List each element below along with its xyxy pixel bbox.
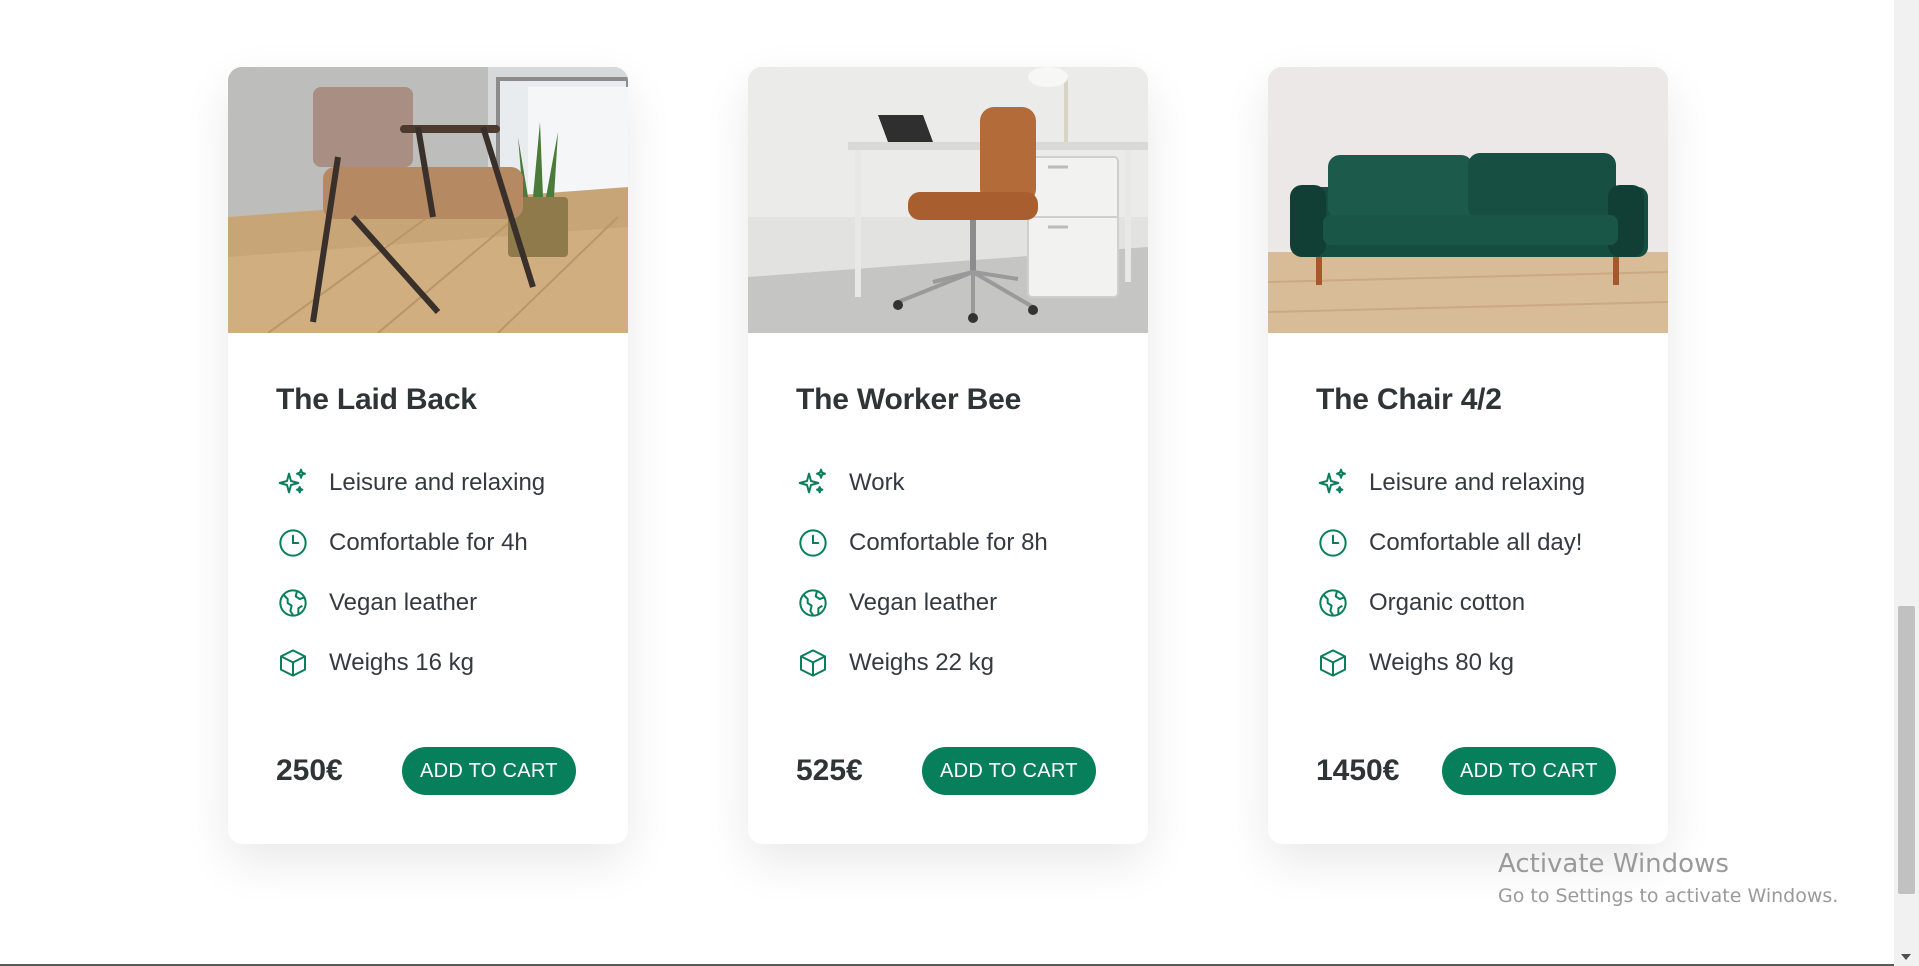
- feature-item: Vegan leather: [276, 573, 580, 633]
- box-icon: [1316, 646, 1350, 680]
- scroll-down-arrow-icon[interactable]: [1901, 954, 1911, 960]
- feature-list: Work Comfortable for 8h Vegan leather We…: [796, 453, 1100, 693]
- card-footer: 1450€ ADD TO CART: [1316, 747, 1620, 795]
- feature-list: Leisure and relaxing Comfortable all day…: [1316, 453, 1620, 693]
- product-price: 250€: [276, 754, 343, 787]
- feature-item: Comfortable for 8h: [796, 513, 1100, 573]
- feature-text: Vegan leather: [329, 589, 478, 616]
- feature-text: Leisure and relaxing: [1369, 469, 1586, 496]
- feature-text: Work: [849, 469, 905, 496]
- feature-item: Weighs 16 kg: [276, 633, 580, 693]
- globe-icon: [276, 586, 310, 620]
- feature-text: Comfortable all day!: [1369, 529, 1583, 556]
- globe-icon: [796, 586, 830, 620]
- product-grid: The Laid Back Leisure and relaxing Comfo…: [228, 67, 1668, 844]
- feature-text: Weighs 80 kg: [1369, 649, 1514, 676]
- feature-item: Weighs 80 kg: [1316, 633, 1620, 693]
- feature-item: Comfortable all day!: [1316, 513, 1620, 573]
- product-card-laid-back: The Laid Back Leisure and relaxing Comfo…: [228, 67, 628, 844]
- product-title: The Worker Bee: [796, 383, 1022, 416]
- feature-text: Leisure and relaxing: [329, 469, 546, 496]
- add-to-cart-button[interactable]: ADD TO CART: [402, 747, 576, 795]
- sparkles-icon: [796, 466, 830, 500]
- office-chair-photo: [748, 67, 1148, 333]
- watermark-subtitle: Go to Settings to activate Windows.: [1498, 885, 1839, 907]
- clock-icon: [276, 526, 310, 560]
- clock-icon: [1316, 526, 1350, 560]
- feature-list: Leisure and relaxing Comfortable for 4h …: [276, 453, 580, 693]
- armchair-photo: [228, 67, 628, 333]
- card-body: The Laid Back Leisure and relaxing Comfo…: [228, 333, 628, 693]
- feature-text: Organic cotton: [1369, 589, 1526, 616]
- feature-item: Leisure and relaxing: [276, 453, 580, 513]
- feature-text: Vegan leather: [849, 589, 998, 616]
- sparkles-icon: [1316, 466, 1350, 500]
- box-icon: [276, 646, 310, 680]
- product-price: 1450€: [1316, 754, 1400, 787]
- add-to-cart-button[interactable]: ADD TO CART: [922, 747, 1096, 795]
- product-card-chair-4-2: The Chair 4/2 Leisure and relaxing Comfo…: [1268, 67, 1668, 844]
- vertical-scrollbar[interactable]: [1894, 0, 1919, 966]
- card-body: The Worker Bee Work Comfortable for 8h V…: [748, 333, 1148, 693]
- watermark-title: Activate Windows: [1498, 849, 1729, 879]
- feature-text: Comfortable for 8h: [849, 529, 1048, 556]
- page: The Laid Back Leisure and relaxing Comfo…: [0, 0, 1919, 966]
- sparkles-icon: [276, 466, 310, 500]
- product-title: The Chair 4/2: [1316, 383, 1502, 416]
- card-body: The Chair 4/2 Leisure and relaxing Comfo…: [1268, 333, 1668, 693]
- activate-windows-watermark: Activate Windows Go to Settings to activ…: [1498, 847, 1838, 909]
- scrollbar-thumb[interactable]: [1898, 606, 1915, 894]
- feature-text: Weighs 22 kg: [849, 649, 994, 676]
- feature-item: Vegan leather: [796, 573, 1100, 633]
- card-footer: 250€ ADD TO CART: [276, 747, 580, 795]
- product-title: The Laid Back: [276, 383, 477, 416]
- product-card-worker-bee: The Worker Bee Work Comfortable for 8h V…: [748, 67, 1148, 844]
- green-sofa-photo: [1268, 67, 1668, 333]
- card-footer: 525€ ADD TO CART: [796, 747, 1100, 795]
- feature-item: Comfortable for 4h: [276, 513, 580, 573]
- feature-item: Weighs 22 kg: [796, 633, 1100, 693]
- feature-item: Work: [796, 453, 1100, 513]
- clock-icon: [796, 526, 830, 560]
- product-price: 525€: [796, 754, 863, 787]
- feature-item: Organic cotton: [1316, 573, 1620, 633]
- box-icon: [796, 646, 830, 680]
- add-to-cart-button[interactable]: ADD TO CART: [1442, 747, 1616, 795]
- globe-icon: [1316, 586, 1350, 620]
- feature-text: Comfortable for 4h: [329, 529, 528, 556]
- feature-text: Weighs 16 kg: [329, 649, 474, 676]
- feature-item: Leisure and relaxing: [1316, 453, 1620, 513]
